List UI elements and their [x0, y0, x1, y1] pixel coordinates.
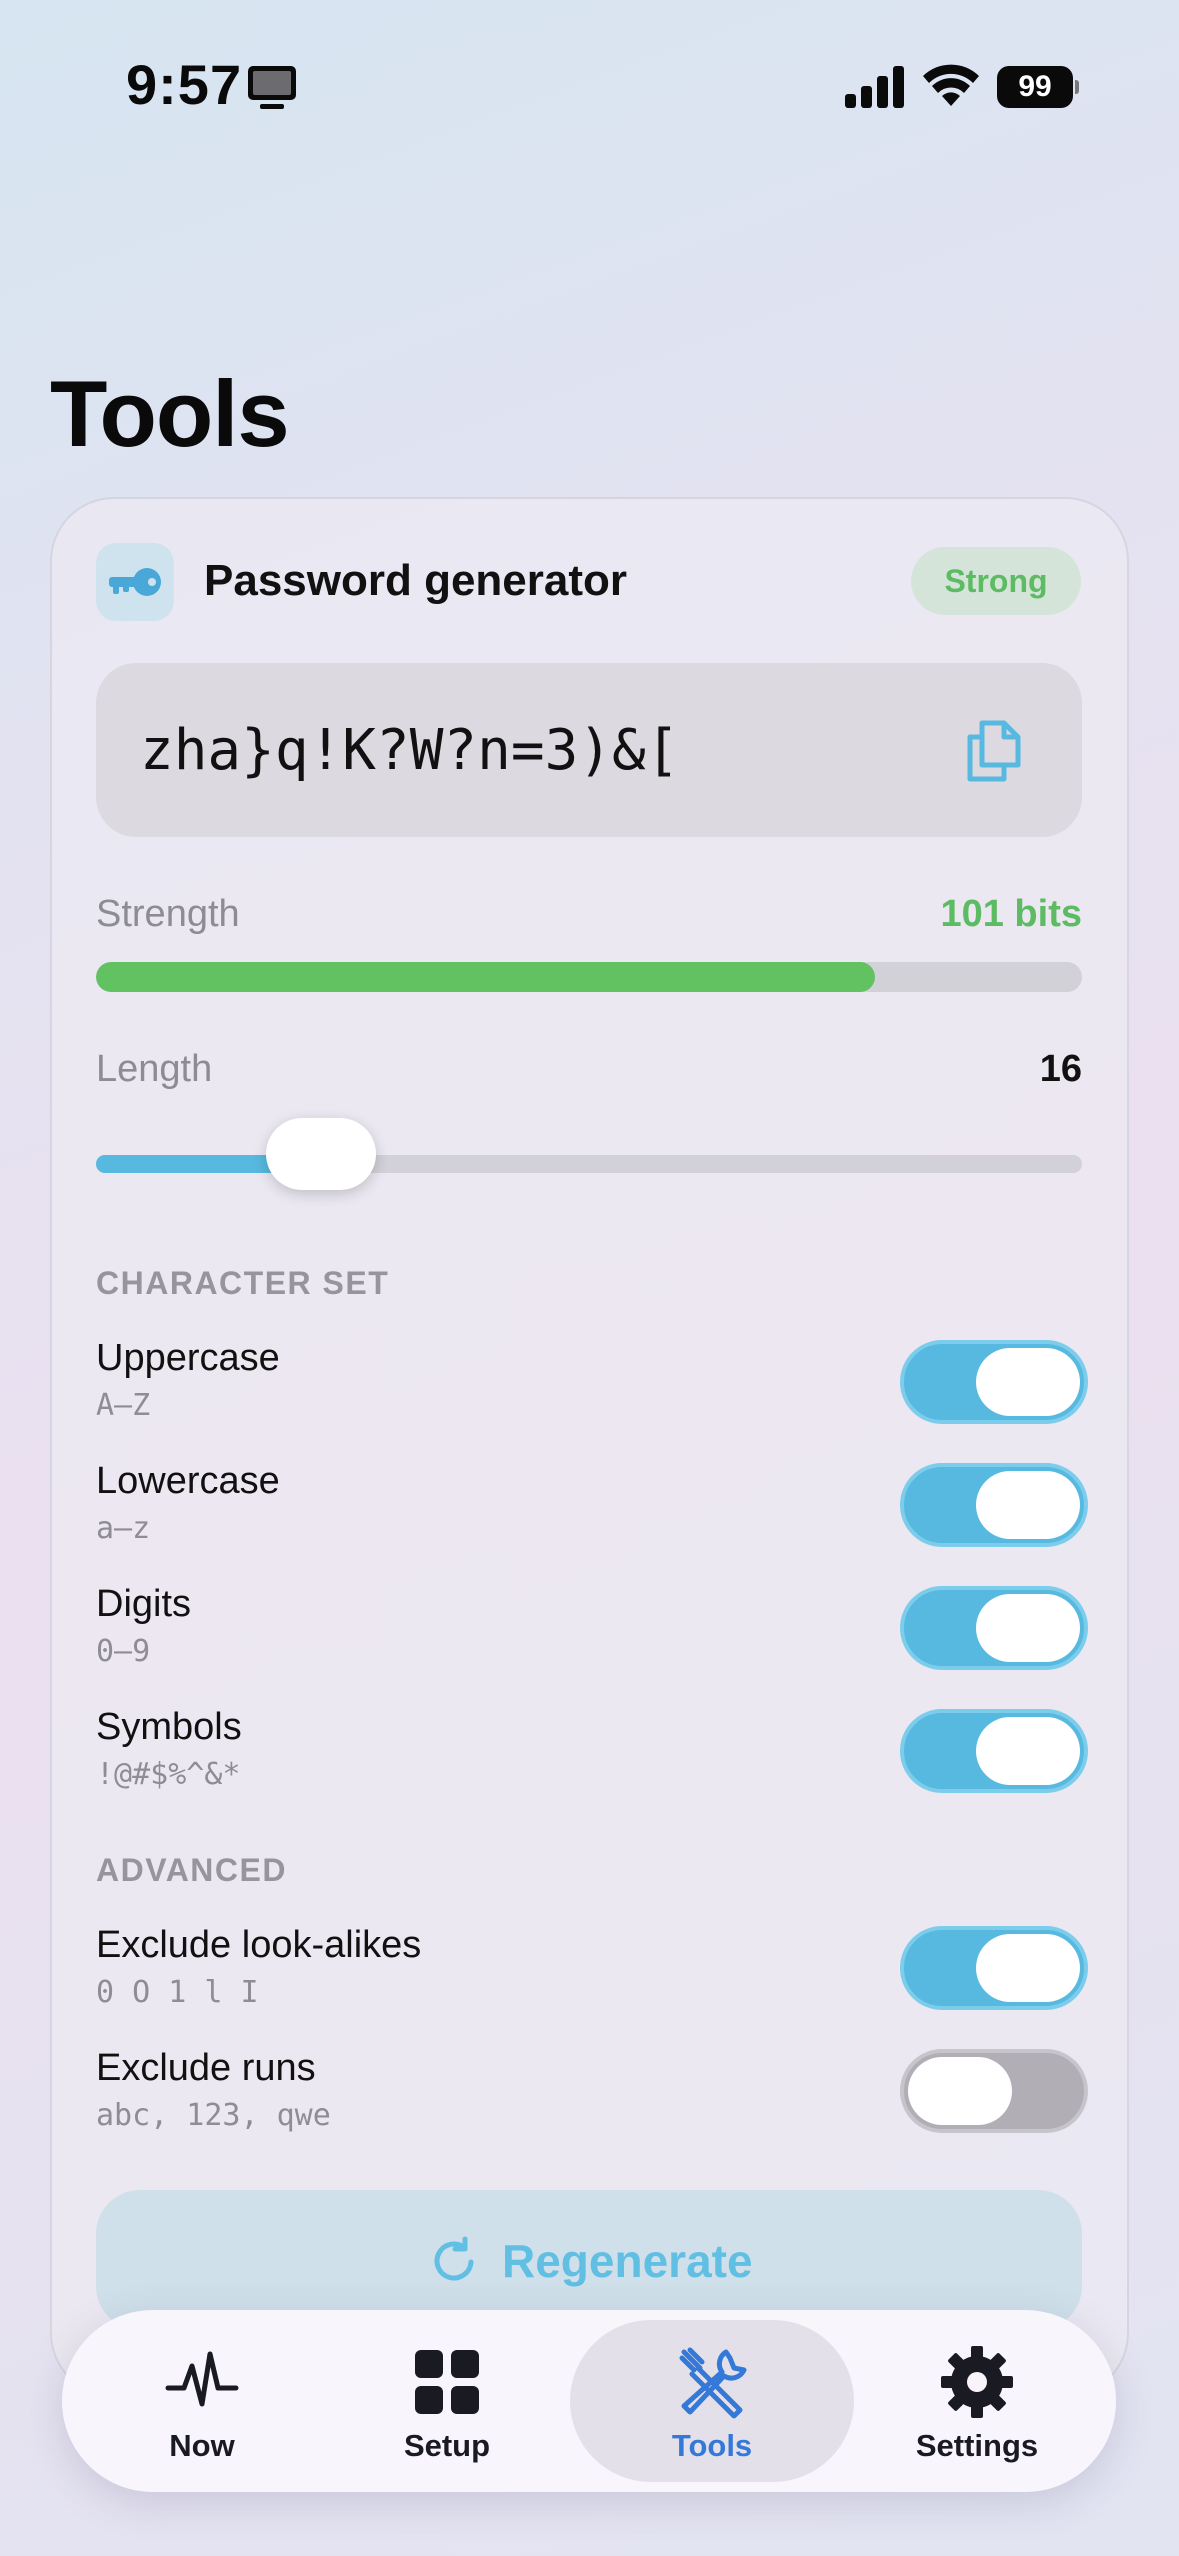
strength-bar	[96, 962, 1082, 992]
tab-setup[interactable]: Setup	[352, 2310, 542, 2492]
digits-subtitle: 0–9	[96, 1634, 151, 1669]
exclude-lookalikes-title: Exclude look-alikes	[96, 1924, 422, 1966]
exclude-runs-toggle[interactable]	[900, 2049, 1088, 2133]
tab-settings[interactable]: Settings	[882, 2310, 1072, 2492]
toggle-knob	[976, 1934, 1080, 2002]
length-slider[interactable]	[96, 1118, 1082, 1190]
uppercase-title: Uppercase	[96, 1337, 280, 1379]
cellular-signal-icon	[845, 66, 904, 108]
strength-badge: Strong	[911, 547, 1081, 615]
tab-label: Settings	[915, 2428, 1039, 2463]
wifi-icon	[923, 64, 979, 106]
toggle-knob	[976, 1594, 1080, 1662]
card-title: Password generator	[204, 556, 628, 605]
strength-label: Strength	[96, 893, 240, 935]
tools-icon	[679, 2347, 747, 2419]
pulse-icon	[165, 2351, 239, 2407]
tab-tools[interactable]: Tools	[570, 2310, 854, 2492]
regenerate-button[interactable]: Regenerate	[96, 2190, 1082, 2330]
monitor-icon	[248, 66, 296, 109]
toggle-knob	[976, 1348, 1080, 1416]
digits-title: Digits	[96, 1583, 192, 1625]
battery-tip	[1075, 80, 1079, 94]
battery-level: 99	[997, 66, 1073, 108]
strength-bits: 101 bits	[940, 893, 1082, 935]
exclude-runs-title: Exclude runs	[96, 2047, 316, 2089]
status-time: 9:57	[126, 53, 243, 116]
grid-icon	[415, 2350, 479, 2414]
length-value: 16	[1039, 1048, 1082, 1090]
status-bar: 9:57 99	[0, 0, 1179, 175]
tab-label: Setup	[403, 2428, 491, 2463]
battery-indicator: 99	[997, 66, 1079, 108]
lowercase-subtitle: a–z	[96, 1511, 151, 1546]
tab-label: Now	[169, 2428, 235, 2463]
refresh-icon	[434, 2236, 474, 2281]
regenerate-label: Regenerate	[502, 2235, 753, 2287]
character-set-heading: CHARACTER SET	[96, 1265, 390, 1301]
symbols-title: Symbols	[96, 1706, 242, 1748]
copy-icon[interactable]	[958, 715, 1030, 787]
tab-now[interactable]: Now	[102, 2310, 302, 2492]
toggle-knob	[908, 2057, 1012, 2125]
advanced-heading: ADVANCED	[96, 1852, 287, 1888]
strength-bar-fill	[96, 962, 875, 992]
tab-bar: Now Setup Tools Settings	[62, 2310, 1116, 2492]
page-title: Tools	[50, 361, 290, 466]
toggle-knob	[976, 1471, 1080, 1539]
length-label: Length	[96, 1048, 213, 1090]
key-icon-badge	[96, 543, 174, 621]
symbols-subtitle: !@#$%^&*	[96, 1757, 241, 1792]
password-display: zha}q!K?W?n=3)&[	[96, 663, 1082, 837]
symbols-toggle[interactable]	[900, 1709, 1088, 1793]
uppercase-subtitle: A–Z	[96, 1388, 151, 1423]
exclude-lookalikes-subtitle: 0 O 1 l I	[96, 1975, 259, 2010]
generated-password: zha}q!K?W?n=3)&[	[140, 718, 680, 783]
lowercase-title: Lowercase	[96, 1460, 280, 1502]
key-icon	[109, 568, 161, 596]
exclude-lookalikes-toggle[interactable]	[900, 1926, 1088, 2010]
uppercase-toggle[interactable]	[900, 1340, 1088, 1424]
lowercase-toggle[interactable]	[900, 1463, 1088, 1547]
tab-label: Tools	[671, 2428, 753, 2463]
length-slider-thumb[interactable]	[266, 1118, 377, 1190]
toggle-knob	[976, 1717, 1080, 1785]
digits-toggle[interactable]	[900, 1586, 1088, 1670]
exclude-runs-subtitle: abc, 123, qwe	[96, 2098, 331, 2133]
gear-icon	[941, 2346, 1013, 2418]
